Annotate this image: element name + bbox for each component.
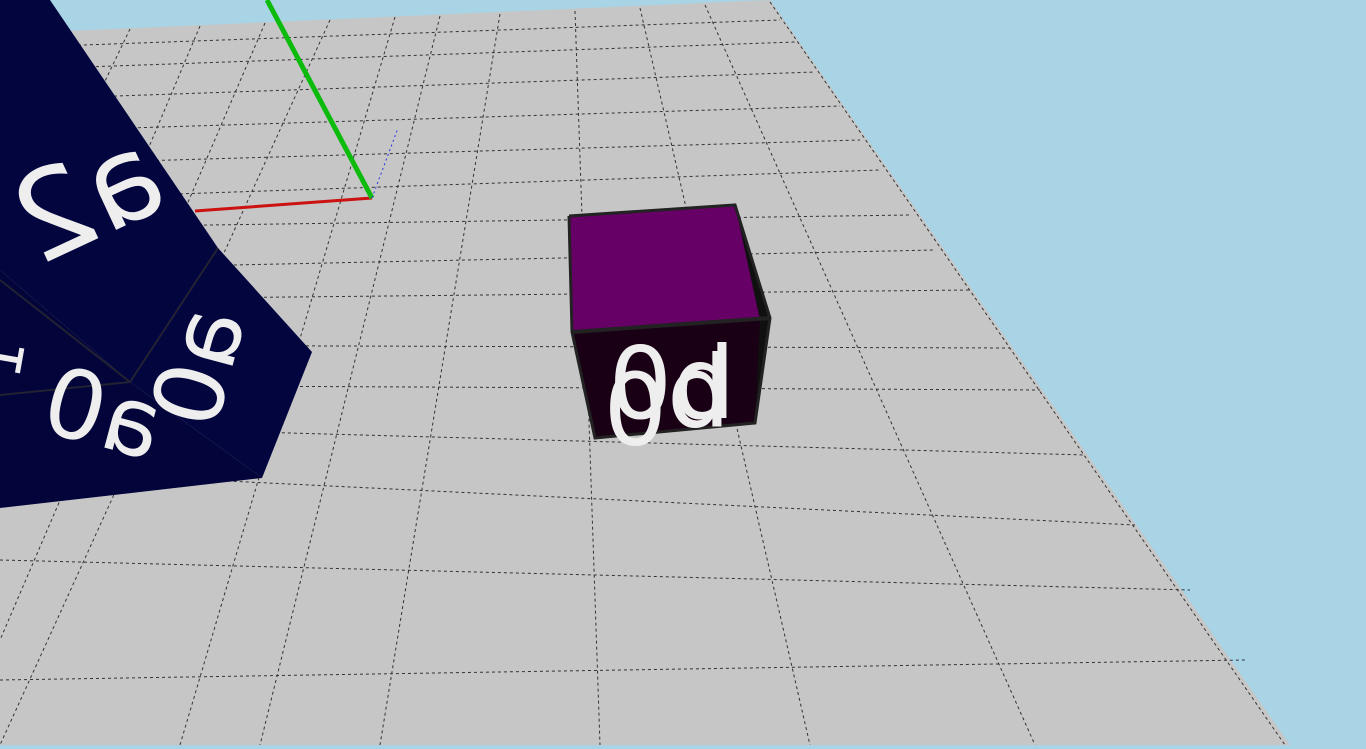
small-cube-front-label: b0	[608, 325, 735, 442]
3d-viewport[interactable]: a2 a0 a0 1 p0 b0	[0, 0, 1366, 746]
